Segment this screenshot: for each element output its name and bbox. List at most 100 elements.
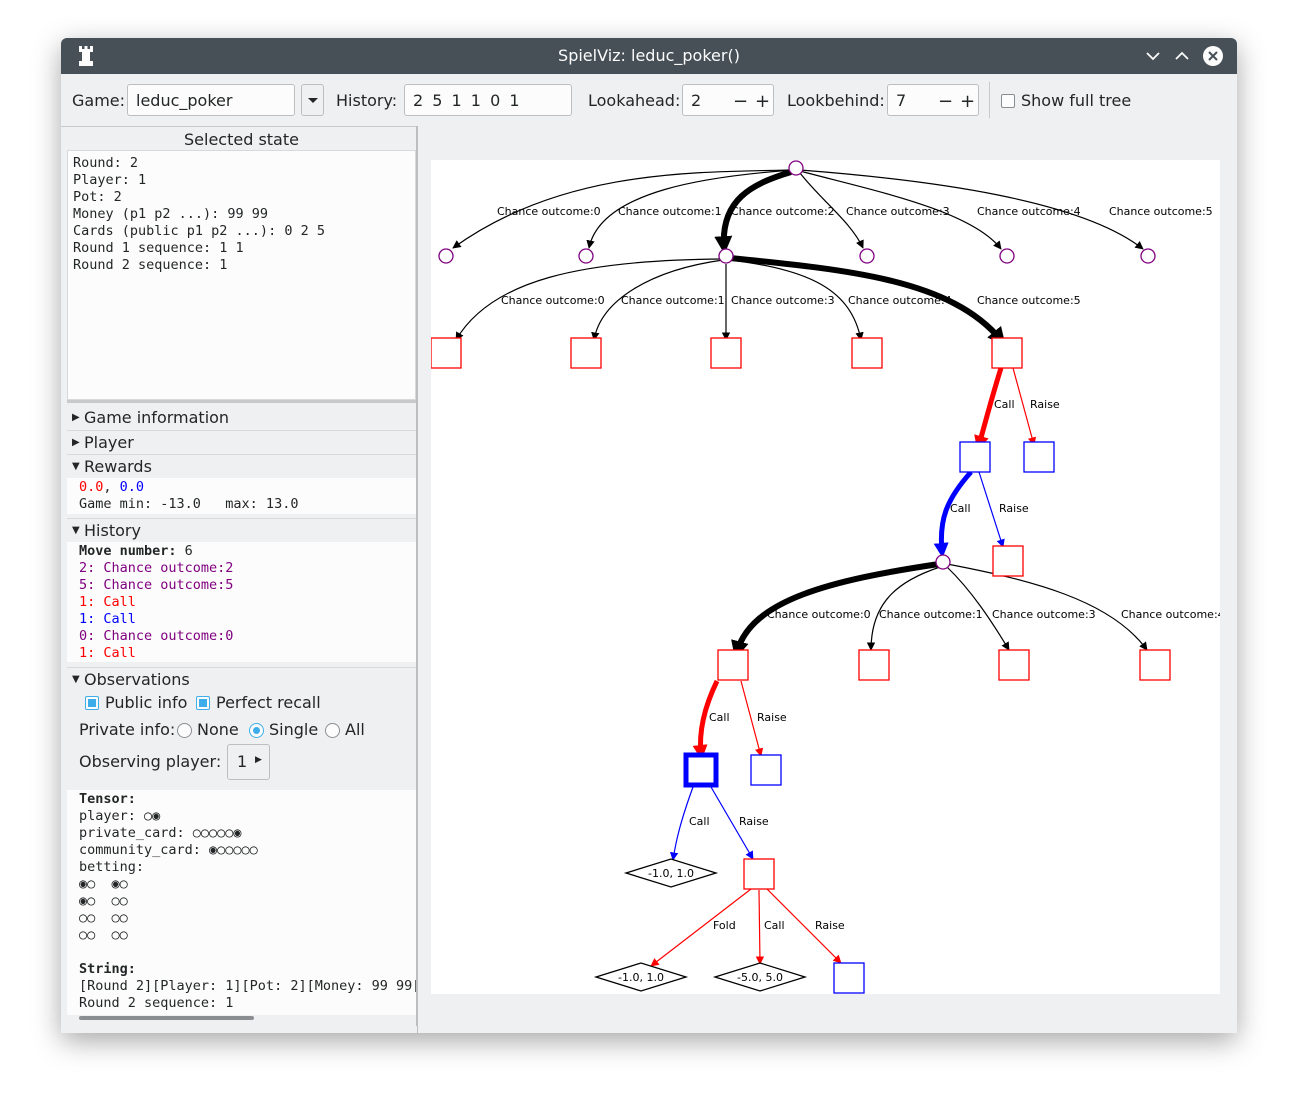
reward-separator: , xyxy=(103,479,120,495)
game-min-max: Game min: -13.0 max: 13.0 xyxy=(79,496,299,512)
maximize-icon[interactable] xyxy=(1171,45,1193,67)
collapsed-arrow-icon: ▶ xyxy=(72,412,80,423)
history-input[interactable]: 2 5 1 1 0 1 xyxy=(404,84,572,116)
lookbehind-decrement-button[interactable]: − xyxy=(938,91,953,112)
tensor-line: player: ○◉ xyxy=(79,808,161,824)
private-info-all-label[interactable]: All xyxy=(345,720,365,739)
edge-label: Chance outcome:4 xyxy=(1121,608,1220,621)
edge-label: Chance outcome:2 xyxy=(731,205,835,218)
title-bar: SpielViz: leduc_poker() xyxy=(61,38,1237,74)
private-info-single-label[interactable]: Single xyxy=(269,720,318,739)
player0-node xyxy=(717,649,749,681)
state-line: Pot: 2 xyxy=(73,189,122,205)
lookbehind-increment-button[interactable]: + xyxy=(960,91,975,112)
player0-node xyxy=(998,649,1030,681)
perfect-recall-label[interactable]: Perfect recall xyxy=(216,693,321,712)
edge-label: Raise xyxy=(1030,398,1060,411)
observations-header[interactable]: ▼ Observations xyxy=(67,667,416,691)
show-full-tree-checkbox[interactable] xyxy=(1001,94,1015,108)
tree-edge xyxy=(946,563,1148,651)
edge-label: Fold xyxy=(713,919,736,932)
edge-label: Raise xyxy=(757,711,787,724)
expanded-arrow-icon: ▼ xyxy=(72,674,80,685)
rewards-header[interactable]: ▼ Rewards xyxy=(67,454,416,478)
history-move: 1: Call xyxy=(79,594,136,610)
state-line: Player: 1 xyxy=(73,172,147,188)
edge-label: Call xyxy=(709,711,730,724)
history-header[interactable]: ▼ History xyxy=(67,518,416,542)
public-info-label[interactable]: Public info xyxy=(105,693,187,712)
chance-node xyxy=(438,248,454,264)
tensor-line: Round 2 sequence: 1 xyxy=(79,995,234,1011)
observing-player-label: Observing player: xyxy=(79,752,222,771)
edge-label: Call xyxy=(950,502,971,515)
tensor-line: ◉○ ◉○ xyxy=(79,876,128,892)
player0-node xyxy=(991,337,1023,369)
player1-node xyxy=(959,441,991,473)
lookbehind-spinbox[interactable]: 7 − + xyxy=(887,84,979,116)
toolbar-separator xyxy=(989,82,990,118)
lookahead-increment-button[interactable]: + xyxy=(755,91,770,112)
state-line: Money (p1 p2 ...): 99 99 xyxy=(73,206,269,222)
edge-label: Chance outcome:4 xyxy=(848,294,952,307)
chevron-down-icon xyxy=(308,98,318,103)
edge-label: Raise xyxy=(815,919,845,932)
public-info-checkbox[interactable] xyxy=(85,696,99,710)
edge-label: Raise xyxy=(739,815,769,828)
observing-player-button[interactable]: 1 ▶ xyxy=(227,744,270,780)
lookbehind-value: 7 xyxy=(896,91,907,110)
edge-label: Chance outcome:0 xyxy=(501,294,605,307)
tree-view-panel: Chance outcome:0 Chance outcome:1 Chance o… xyxy=(417,126,1237,1033)
game-dropdown-button[interactable] xyxy=(301,84,324,116)
game-combobox[interactable]: leduc_poker xyxy=(127,84,295,116)
tensor-line: [Round 2][Player: 1][Pot: 2][Money: 99 9… xyxy=(79,978,416,994)
private-info-none-radio[interactable] xyxy=(177,723,192,738)
player0-node xyxy=(858,649,890,681)
edge-label: Chance outcome:5 xyxy=(977,294,1081,307)
selected-state-node xyxy=(683,752,719,788)
window-title: SpielViz: leduc_poker() xyxy=(558,46,740,65)
tree-edge xyxy=(755,889,765,965)
tensor-line: betting: xyxy=(79,859,145,875)
app-window: SpielViz: leduc_poker() Game: leduc_poke… xyxy=(61,38,1237,1033)
tensor-line: String: xyxy=(79,961,136,977)
state-line: Round 1 sequence: 1 1 xyxy=(73,240,244,256)
chance-node xyxy=(935,554,951,570)
perfect-recall-checkbox[interactable] xyxy=(196,696,210,710)
game-label: Game: xyxy=(72,91,126,110)
chance-node xyxy=(788,160,804,176)
game-tree-graph: Chance outcome:0 Chance outcome:1 Chance o… xyxy=(430,160,1225,994)
private-info-none-label[interactable]: None xyxy=(197,720,239,739)
minimize-icon[interactable] xyxy=(1142,45,1164,67)
game-tree-canvas[interactable]: Chance outcome:0 Chance outcome:1 Chance o… xyxy=(430,160,1225,994)
player0-node xyxy=(851,337,883,369)
show-full-tree-label[interactable]: Show full tree xyxy=(1021,91,1131,110)
terminal-value: -5.0, 5.0 xyxy=(737,971,783,984)
player0-node xyxy=(570,337,602,369)
edge-label: Chance outcome:1 xyxy=(621,294,725,307)
close-icon[interactable] xyxy=(1202,45,1224,67)
tensor-line: ○○ ○○ xyxy=(79,927,128,943)
lookahead-decrement-button[interactable]: − xyxy=(733,91,748,112)
lookahead-value: 2 xyxy=(691,91,702,110)
tree-edge xyxy=(650,888,752,967)
horizontal-scrollbar-handle[interactable] xyxy=(79,1016,254,1020)
splitter-handle[interactable] xyxy=(67,400,416,403)
edge-label: Chance outcome:3 xyxy=(846,205,950,218)
history-move: 1: Call xyxy=(79,611,136,627)
arrow-right-icon: ▶ xyxy=(255,755,262,765)
game-information-header[interactable]: ▶ Game information xyxy=(67,406,416,429)
tensor-line: private_card: ○○○○○◉ xyxy=(79,825,242,841)
private-info-single-radio[interactable] xyxy=(249,723,264,738)
rewards-panel: 0.0, 0.0 Game min: -13.0 max: 13.0 xyxy=(67,478,416,514)
chance-node xyxy=(999,248,1015,264)
lookahead-spinbox[interactable]: 2 − + xyxy=(682,84,774,116)
reward-player0: 0.0 xyxy=(79,479,104,495)
player0-node xyxy=(430,337,462,369)
tensor-line: community_card: ◉○○○○○ xyxy=(79,842,258,858)
edge-label: Call xyxy=(689,815,710,828)
private-info-all-radio[interactable] xyxy=(325,723,340,738)
player-header[interactable]: ▶ Player xyxy=(67,430,416,454)
state-line: Round 2 sequence: 1 xyxy=(73,257,228,273)
player0-node xyxy=(743,858,775,890)
